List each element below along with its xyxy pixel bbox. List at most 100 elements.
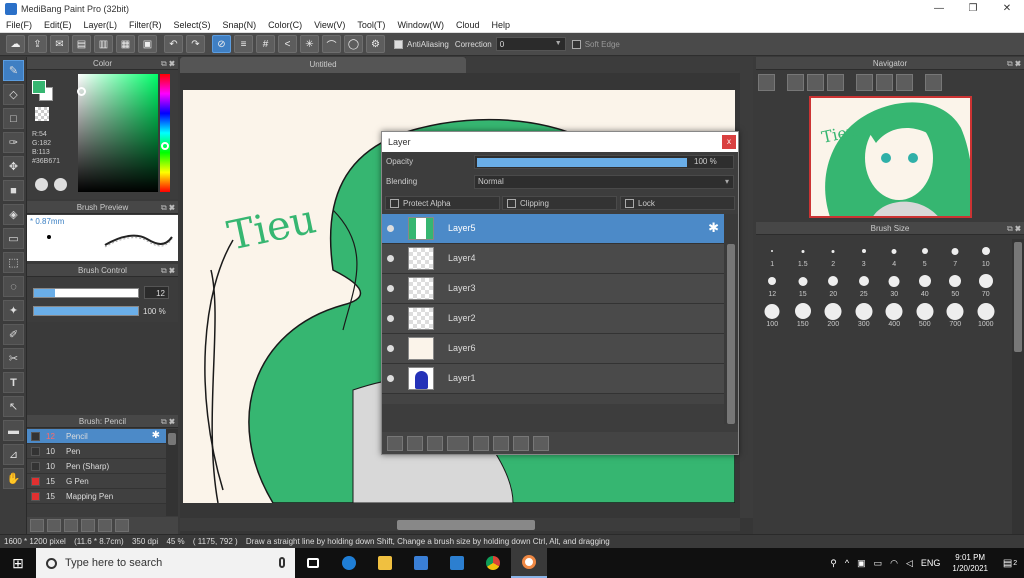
comment-icon[interactable]: ✉	[50, 35, 69, 53]
battery-icon[interactable]: ▭	[874, 558, 883, 569]
mail-icon[interactable]	[439, 548, 475, 578]
folder-icon[interactable]	[98, 519, 112, 532]
clipping-checkbox[interactable]	[507, 198, 516, 208]
grid-icon[interactable]: ▦	[116, 35, 135, 53]
reset-rotation-icon[interactable]	[896, 74, 913, 91]
divide-tool-icon[interactable]: ▬	[3, 420, 24, 441]
canvas-vertical-scrollbar[interactable]	[740, 73, 753, 518]
correction-select[interactable]: 0 ▼	[495, 37, 566, 51]
panel-buttons[interactable]: ⧉ ✖	[161, 201, 175, 214]
antialiasing-toggle[interactable]: AntiAliasing	[394, 39, 449, 49]
document-icon[interactable]: ▥	[94, 35, 113, 53]
brush-size-scrollbar[interactable]	[1012, 239, 1024, 534]
chevron-up-icon[interactable]: ^	[845, 558, 849, 568]
menu-tool[interactable]: Tool(T)	[351, 20, 391, 30]
antivirus-icon[interactable]: ▣	[857, 558, 866, 569]
gear-icon[interactable]: ✱	[708, 220, 719, 236]
clipping-toggle[interactable]: Clipping	[502, 196, 617, 210]
lock-toggle[interactable]: Lock	[620, 196, 735, 210]
visibility-icon[interactable]	[387, 345, 394, 352]
duplicate-icon[interactable]	[115, 519, 129, 532]
panel-buttons[interactable]: ⧉ ✖	[161, 57, 175, 70]
close-button[interactable]: ✕	[990, 0, 1024, 17]
hue-slider-marker[interactable]	[161, 142, 169, 150]
brush-size-option[interactable]: 1000	[971, 299, 1002, 329]
clock[interactable]: 9:01 PM 1/20/2021	[952, 552, 988, 574]
share-icon[interactable]: ⇪	[28, 35, 47, 53]
layer-list-scrollbar[interactable]	[724, 214, 738, 424]
folder-icon[interactable]	[473, 435, 489, 451]
brush-size-option[interactable]: 200	[818, 299, 849, 329]
chrome-icon[interactable]	[475, 548, 511, 578]
brush-size-option[interactable]: 20	[818, 269, 849, 299]
select-eraser-tool-icon[interactable]: ✂	[3, 348, 24, 369]
microphone-icon[interactable]	[279, 557, 285, 568]
edge-browser-icon[interactable]	[331, 548, 367, 578]
brush-size-option[interactable]: 400	[879, 299, 910, 329]
minimize-button[interactable]: —	[922, 0, 956, 17]
add-layer-menu-icon[interactable]	[447, 435, 469, 451]
redo-icon[interactable]: ↷	[186, 35, 205, 53]
brush-size-option[interactable]: 12	[757, 269, 788, 299]
windows-start-icon[interactable]: ⊞	[0, 548, 36, 578]
snap-cross-icon[interactable]: #	[256, 35, 275, 53]
soft-edge-toggle[interactable]: Soft Edge	[571, 39, 620, 49]
snap-radial-icon[interactable]: ✳	[300, 35, 319, 53]
layer-row[interactable]: Layer4	[382, 244, 724, 274]
menu-snap[interactable]: Snap(N)	[217, 20, 263, 30]
magic-wand-tool-icon[interactable]: ✦	[3, 300, 24, 321]
network-icon[interactable]: ◠	[890, 558, 898, 569]
brush-size-option[interactable]: 150	[788, 299, 819, 329]
navigator-preview[interactable]: Tieu	[809, 96, 972, 218]
gear-icon[interactable]: ✱	[152, 430, 160, 441]
brush-opacity-slider[interactable]	[33, 306, 139, 316]
gradient-tool-icon[interactable]: ▭	[3, 228, 24, 249]
menu-select[interactable]: Select(S)	[168, 20, 217, 30]
copy-brush-icon[interactable]	[81, 519, 95, 532]
brush-size-option[interactable]: 40	[910, 269, 941, 299]
panel-buttons[interactable]: ⧉ ✖	[161, 415, 175, 428]
menu-layer[interactable]: Layer(L)	[78, 20, 124, 30]
transparent-swatch[interactable]	[35, 107, 49, 121]
layer-row[interactable]: Layer5 ✱	[382, 214, 724, 244]
menu-color[interactable]: Color(C)	[262, 20, 308, 30]
brush-size-option[interactable]: 1	[757, 239, 788, 269]
actual-size-icon[interactable]	[827, 74, 844, 91]
antialiasing-checkbox[interactable]	[394, 39, 403, 49]
visibility-icon[interactable]	[387, 285, 394, 292]
select-pen-tool-icon[interactable]: ✐	[3, 324, 24, 345]
rotate-right-icon[interactable]	[876, 74, 893, 91]
brush-item[interactable]: 10 Pen	[27, 444, 166, 459]
brush-size-option[interactable]: 700	[940, 299, 971, 329]
tab-untitled[interactable]: Untitled	[180, 57, 466, 73]
menu-edit[interactable]: Edit(E)	[38, 20, 78, 30]
brush-size-option[interactable]: 70	[971, 269, 1002, 299]
lasso-tool-icon[interactable]: ◌	[3, 276, 24, 297]
file-explorer-icon[interactable]	[367, 548, 403, 578]
saturation-value-picker[interactable]	[78, 74, 158, 192]
text-tool-icon[interactable]: T	[3, 372, 24, 393]
new-8bit-layer-icon[interactable]	[427, 435, 443, 451]
fill-rect-tool-icon[interactable]: ■	[3, 180, 24, 201]
visibility-icon[interactable]	[387, 255, 394, 262]
task-view-icon[interactable]	[295, 548, 331, 578]
layer-row[interactable]: Layer3	[382, 274, 724, 304]
undo-icon[interactable]: ↶	[164, 35, 183, 53]
frame-icon[interactable]: ▣	[138, 35, 157, 53]
snap-parallel-icon[interactable]: ≡	[234, 35, 253, 53]
panel-buttons[interactable]: ⧉ ✖	[161, 264, 175, 277]
maximize-button[interactable]: ❐	[956, 0, 990, 17]
medibang-app-icon[interactable]	[511, 548, 547, 578]
foreground-color-swatch[interactable]	[32, 80, 46, 94]
hand-tool-icon[interactable]: ✋	[3, 468, 24, 489]
taskbar-search[interactable]: Type here to search	[36, 548, 295, 578]
snap-circle-icon[interactable]: ◯	[344, 35, 363, 53]
brush-size-slider[interactable]	[33, 288, 139, 298]
brush-size-option[interactable]: 25	[849, 269, 880, 299]
menu-help[interactable]: Help	[485, 20, 516, 30]
cloud-icon[interactable]: ☁	[6, 35, 25, 53]
brush-item[interactable]: 15 Mapping Pen	[27, 489, 166, 504]
snap-curve-icon[interactable]: ⌒	[322, 35, 341, 53]
sv-picker-marker[interactable]	[77, 87, 86, 96]
layer-row[interactable]: Layer2	[382, 304, 724, 334]
